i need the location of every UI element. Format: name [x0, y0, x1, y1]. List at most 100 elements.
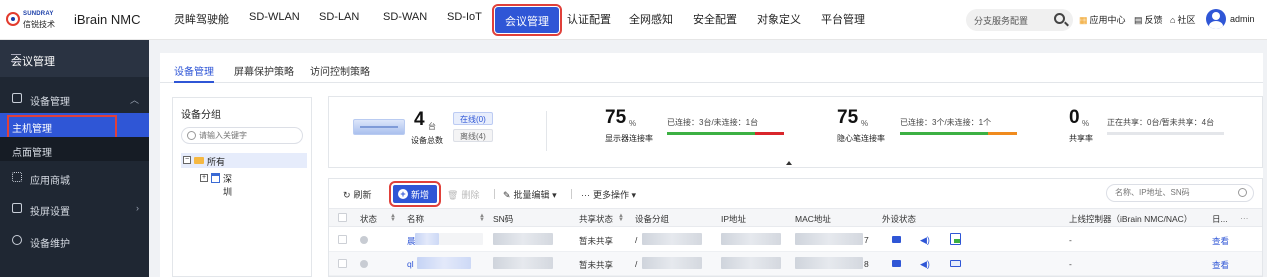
row-checkbox[interactable]: [338, 259, 347, 268]
group-search-input[interactable]: [199, 131, 299, 140]
main-content: 设备管理 屏幕保护策略 访问控制策略 设备分组 − 所有 + 深圳: [149, 40, 1267, 277]
tab-screensaver-policy[interactable]: 屏幕保护策略: [234, 53, 294, 83]
sidebar-item-maintenance[interactable]: 设备维护: [0, 227, 149, 253]
device-name-link[interactable]: ql: [407, 259, 414, 269]
community-link[interactable]: ⌂ 社区: [1170, 13, 1195, 26]
nav-item-cockpit[interactable]: 灵眸驾驶舱: [174, 11, 229, 27]
add-button[interactable]: + 新增: [388, 181, 442, 207]
table-row[interactable]: 晨 暂未共享 / 7 ◀) - 查看: [329, 228, 1262, 252]
column-ip[interactable]: IP地址: [721, 213, 746, 225]
nav-item-perception[interactable]: 全网感知: [629, 11, 673, 27]
column-status[interactable]: 状态: [360, 213, 377, 225]
user-avatar[interactable]: [1206, 9, 1226, 29]
column-sn[interactable]: SN码: [493, 213, 513, 225]
select-all-checkbox[interactable]: [338, 213, 347, 222]
share-rate-unit: %: [1082, 119, 1090, 128]
redacted-sn: [493, 233, 553, 245]
table-search[interactable]: [1106, 184, 1254, 202]
sidebar-item-label: 应用商城: [30, 176, 70, 187]
sidebar-item-app-store[interactable]: 应用商城: [0, 164, 149, 190]
wrench-icon: [12, 235, 22, 245]
nav-item-sd-wan[interactable]: SD-WAN: [383, 11, 427, 23]
mac-suffix: 7: [864, 235, 869, 245]
add-label: 新增: [411, 190, 430, 200]
tab-access-control-policy[interactable]: 访问控制策略: [310, 53, 370, 83]
stats-panel: 4 台 设备总数 在线(0) 离线(4) 75 % 显示器连接率 已连接：3台/…: [328, 96, 1263, 168]
nav-item-auth[interactable]: 认证配置: [567, 11, 611, 27]
sidebar: 会议管理 设备管理 ︿ 主机管理 点面管理 应用商城 投屏设置 › 设备维护: [0, 40, 149, 277]
sidebar-item-point-management[interactable]: 点面管理: [0, 137, 149, 161]
feedback-link[interactable]: ▤ 反馈: [1134, 13, 1163, 26]
view-link[interactable]: 查看: [1212, 259, 1229, 271]
display-rate-unit: %: [629, 119, 637, 128]
online-count-badge[interactable]: 在线(0): [453, 112, 493, 125]
device-icon: [12, 93, 22, 103]
search-icon[interactable]: [1238, 188, 1247, 197]
global-search-input[interactable]: [974, 13, 1050, 27]
refresh-label: 刷新: [353, 190, 372, 200]
collapse-sidebar-icon[interactable]: [11, 54, 21, 62]
offline-status-icon: [360, 260, 368, 268]
username[interactable]: admin: [1230, 14, 1255, 24]
community-icon: ⌂: [1170, 15, 1176, 25]
sidebar-item-device-management[interactable]: 设备管理 ︿: [0, 85, 149, 111]
search-icon[interactable]: [1054, 13, 1065, 24]
share-rate-detail: 正在共享：0台/暂未共享：4台: [1107, 118, 1215, 127]
delete-button[interactable]: 🗑 删除: [447, 188, 479, 201]
app-center-link[interactable]: ▦ 应用中心: [1079, 13, 1126, 26]
device-group-prefix: /: [635, 235, 638, 245]
share-rate-caption: 共享率: [1069, 134, 1093, 143]
sort-icon[interactable]: ▲ ▼: [479, 213, 485, 223]
nav-item-objects[interactable]: 对象定义: [757, 11, 801, 27]
column-controller[interactable]: 上线控制器（iBrain NMC/NAC）: [1069, 213, 1192, 225]
view-link[interactable]: 查看: [1212, 235, 1229, 247]
main-panel: 设备管理 屏幕保护策略 访问控制策略 设备分组 − 所有 + 深圳: [160, 53, 1263, 277]
global-search[interactable]: [966, 9, 1073, 31]
tree-expand-icon[interactable]: +: [200, 174, 208, 182]
sort-icon[interactable]: ▲ ▼: [618, 213, 624, 223]
offline-count-badge[interactable]: 离线(4): [453, 129, 493, 142]
sort-icon[interactable]: ▲ ▼: [390, 213, 396, 223]
column-share-status[interactable]: 共享状态: [579, 213, 613, 225]
sidebar-item-screen-cast[interactable]: 投屏设置 ›: [0, 195, 149, 221]
edit-icon: ✎: [503, 190, 511, 200]
column-log[interactable]: 日...: [1212, 213, 1228, 225]
redacted-name-tail: [439, 233, 483, 245]
column-device-group[interactable]: 设备分组: [635, 213, 669, 225]
tab-bar: 设备管理 屏幕保护策略 访问控制策略: [160, 53, 1263, 83]
tree-node-all[interactable]: − 所有: [181, 153, 307, 168]
collapse-stats-icon[interactable]: [786, 161, 792, 165]
privacy-rate-value: 75: [837, 107, 859, 128]
grid-icon: ▦: [1079, 15, 1088, 25]
refresh-button[interactable]: ↻ 刷新: [343, 188, 372, 201]
nav-item-sd-lan[interactable]: SD-LAN: [319, 11, 359, 23]
column-name[interactable]: 名称: [407, 213, 424, 225]
column-settings-icon[interactable]: ···: [1240, 213, 1249, 223]
tree-collapse-icon[interactable]: −: [183, 156, 191, 164]
divider: [546, 111, 547, 151]
nav-item-meeting[interactable]: 会议管理: [492, 4, 562, 36]
device-table-panel: ↻刷新 +新增 🗑删除 ✎批量编辑 ▾ ···更多操作 ▾ 状态 ▲▼ 名称 ▲…: [328, 178, 1263, 277]
more-actions-label: 更多操作: [593, 190, 630, 200]
batch-edit-button[interactable]: ✎ 批量编辑 ▾: [503, 188, 557, 201]
nav-item-platform[interactable]: 平台管理: [821, 11, 865, 27]
column-mac[interactable]: MAC地址: [795, 213, 831, 225]
keyboard-icon: [950, 260, 961, 267]
group-search[interactable]: [181, 127, 303, 144]
nav-item-sd-wlan[interactable]: SD-WLAN: [249, 11, 300, 23]
brand-logo[interactable]: SUNDRAY 信锐技术: [6, 9, 68, 31]
sidebar-item-host-management[interactable]: 主机管理: [0, 113, 149, 140]
column-peripheral-status[interactable]: 外设状态: [882, 213, 916, 225]
device-total-unit: 台: [428, 122, 436, 131]
table-row[interactable]: ql 暂未共享 / 8 ◀) - 查看: [329, 252, 1262, 276]
tab-device-management[interactable]: 设备管理: [174, 53, 214, 83]
row-checkbox[interactable]: [338, 235, 347, 244]
table-search-input[interactable]: [1115, 188, 1225, 197]
privacy-rate-unit: %: [861, 119, 869, 128]
more-actions-button[interactable]: ··· 更多操作 ▾: [581, 188, 636, 201]
nav-item-security[interactable]: 安全配置: [693, 11, 737, 27]
redacted-mac: [795, 257, 863, 269]
privacy-disconnected-segment: [987, 132, 1017, 135]
share-status: 暂未共享: [579, 236, 614, 246]
nav-item-sd-iot[interactable]: SD-IoT: [447, 11, 482, 23]
